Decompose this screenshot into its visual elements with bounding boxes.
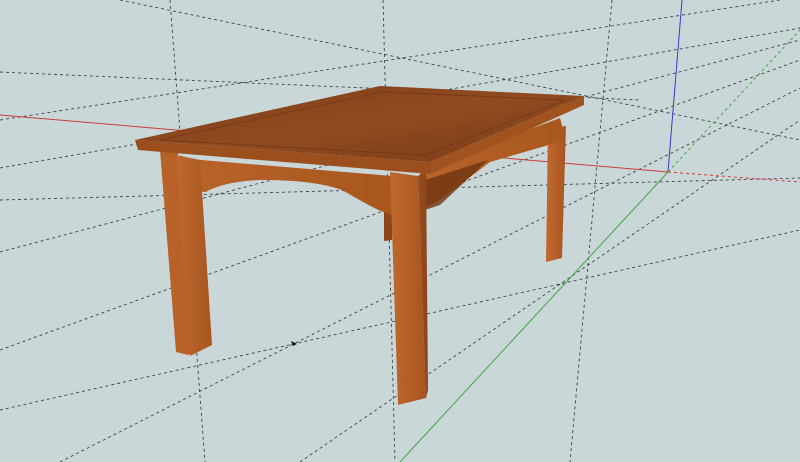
table-model[interactable] xyxy=(135,86,584,405)
back-right-leg[interactable] xyxy=(546,126,566,262)
green-axis xyxy=(399,171,669,462)
green-axis-dashed xyxy=(667,29,800,173)
blue-axis xyxy=(667,0,683,173)
sketchup-viewport[interactable] xyxy=(0,0,800,462)
red-axis-dashed xyxy=(667,171,800,183)
3d-scene[interactable] xyxy=(0,0,800,462)
